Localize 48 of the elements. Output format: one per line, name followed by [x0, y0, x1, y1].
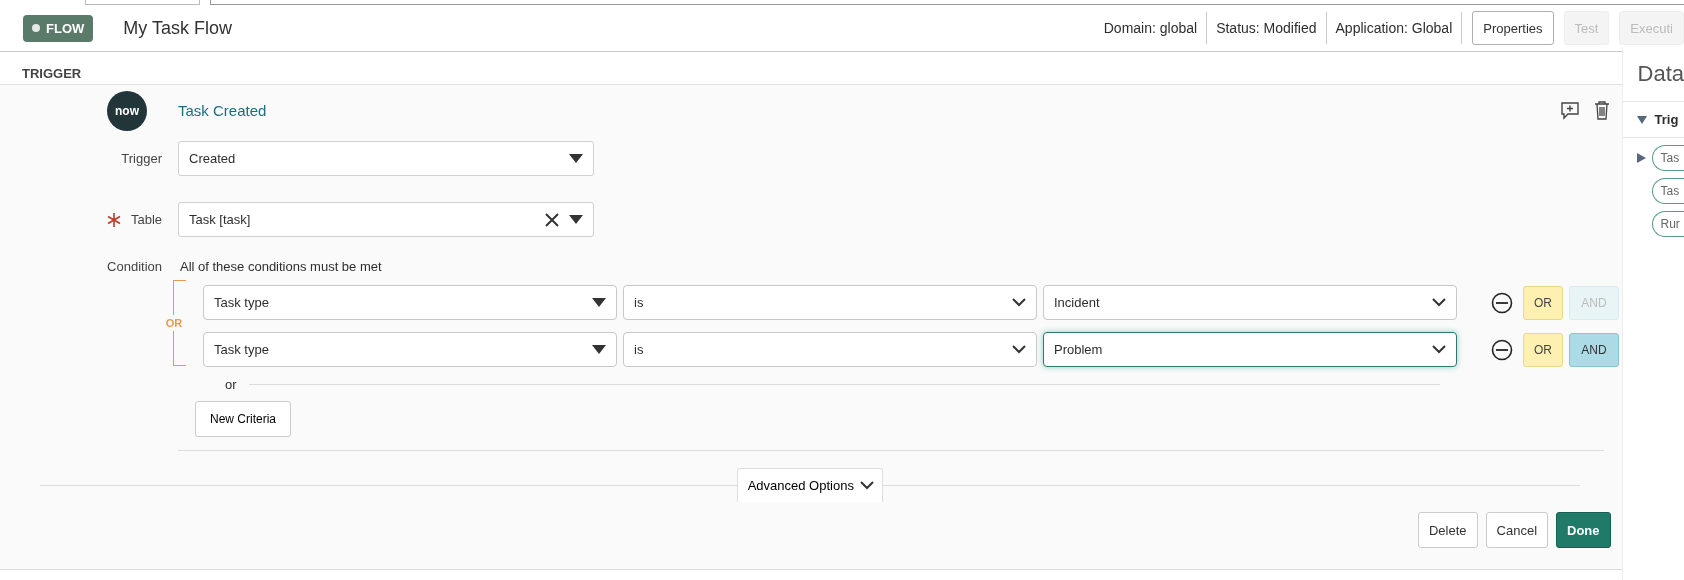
header-info: Domain: global: [1094, 12, 1208, 44]
add-comment-icon[interactable]: [1559, 101, 1580, 120]
condition-description: All of these conditions must be met: [180, 259, 382, 274]
header-info: Application: Global: [1326, 12, 1463, 44]
chevron-down-icon: [1432, 345, 1446, 354]
advanced-options-button[interactable]: Advanced Options: [736, 468, 883, 502]
chevron-down-icon: [1012, 298, 1026, 307]
remove-icon[interactable]: [1491, 291, 1513, 314]
footer-button[interactable]: Cancel: [1485, 512, 1548, 548]
remove-icon[interactable]: [1491, 338, 1513, 361]
chevron-down-icon: [1012, 345, 1026, 354]
trash-icon[interactable]: [1593, 101, 1610, 120]
or-button[interactable]: OR: [1523, 285, 1563, 320]
caret-down-icon: [592, 298, 606, 307]
select-field[interactable]: is: [623, 332, 1037, 367]
clear-icon[interactable]: [545, 212, 559, 227]
new-criteria-button[interactable]: New Criteria: [195, 401, 291, 437]
caret-down-icon: [569, 215, 583, 224]
select-field[interactable]: Problem: [1043, 332, 1457, 367]
caret-down-icon: [592, 345, 606, 354]
header-info: Status: Modified: [1207, 12, 1327, 44]
select-field[interactable]: Incident: [1043, 285, 1457, 320]
field-label: Trigger: [121, 151, 162, 166]
select-field[interactable]: Task [task]: [178, 202, 594, 237]
footer-button[interactable]: Done: [1556, 512, 1611, 548]
select-field[interactable]: Created: [178, 141, 594, 176]
select-field[interactable]: Task type: [203, 285, 617, 320]
select-field[interactable]: Task type: [203, 332, 617, 367]
flow-title: My Task Flow: [123, 17, 232, 39]
caret-down-icon: [569, 154, 583, 163]
section-title: TRIGGER: [21, 65, 83, 83]
or-button[interactable]: OR: [1523, 332, 1563, 367]
logo: now: [107, 90, 147, 131]
and-button[interactable]: AND: [1569, 332, 1619, 367]
footer-button[interactable]: Delete: [1417, 512, 1478, 548]
chevron-down-icon: [859, 481, 874, 490]
caret-down-icon[interactable]: [1636, 115, 1647, 124]
caret-right-icon[interactable]: [1636, 153, 1646, 163]
select-field[interactable]: is: [623, 285, 1037, 320]
flow-badge: FLOW: [23, 14, 94, 42]
trigger-title: Task Created: [178, 102, 268, 119]
panel-title: Data: [1622, 47, 1684, 102]
chevron-down-icon: [1432, 298, 1446, 307]
or-separator: or: [225, 377, 237, 392]
field-label: Table: [130, 212, 162, 227]
section-title: Trig: [1654, 112, 1679, 127]
header-button[interactable]: Properties: [1472, 11, 1554, 45]
field-label: Condition: [106, 259, 162, 274]
